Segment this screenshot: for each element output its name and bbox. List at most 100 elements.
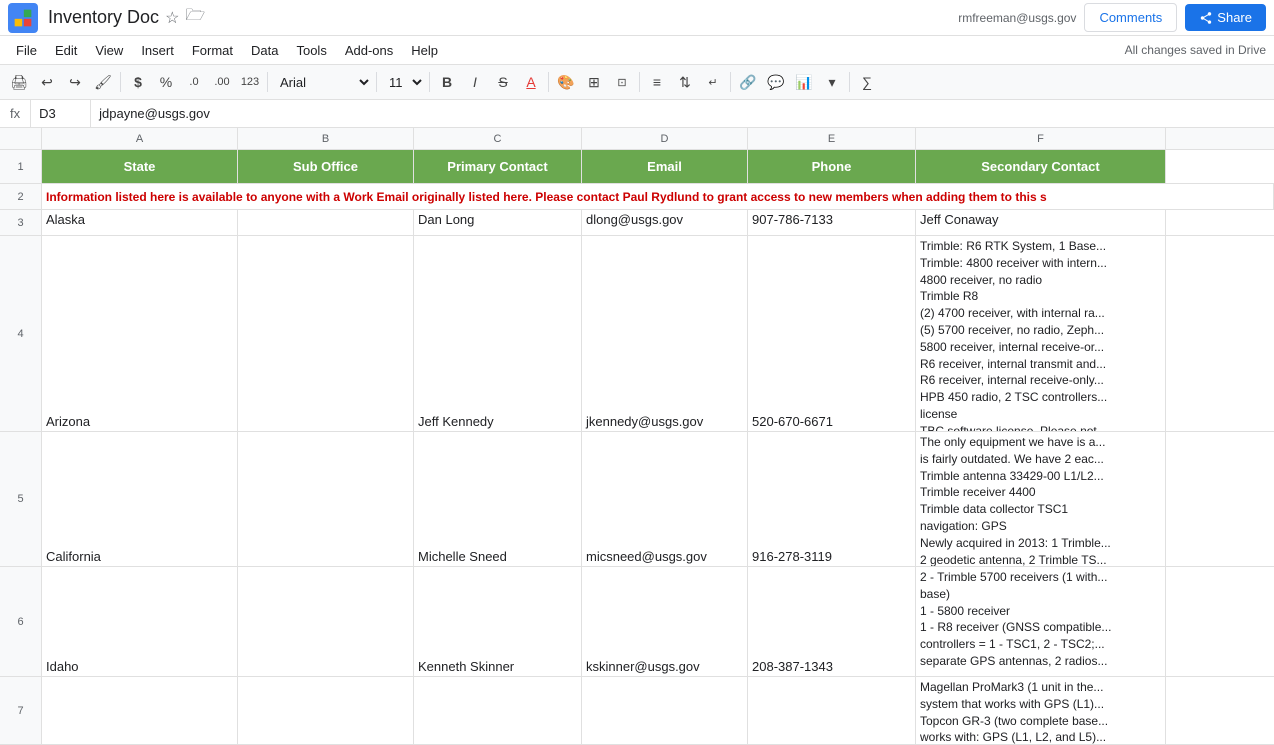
title-bar: Inventory Doc ☆ 🗁 rmfreeman@usgs.gov Com…	[0, 0, 1274, 36]
font-family-select[interactable]: Arial	[272, 72, 372, 93]
percent-button[interactable]: %	[153, 69, 179, 95]
cell-state[interactable]: Idaho	[42, 567, 238, 676]
cell-sub-office[interactable]	[238, 677, 414, 744]
separator-3	[376, 72, 377, 92]
cell-sub-office[interactable]	[238, 236, 414, 431]
title-right: rmfreeman@usgs.gov Comments Share	[958, 3, 1266, 32]
cell-primary-contact[interactable]	[414, 677, 582, 744]
table-row: 7 Magellan ProMark3 (1 unit in the... sy…	[0, 677, 1274, 745]
corner-cell	[0, 128, 42, 149]
row-number: 3	[0, 210, 42, 235]
cell-equipment-details[interactable]: Trimble: R6 RTK System, 1 Base... Trimbl…	[916, 236, 1166, 431]
menu-format[interactable]: Format	[184, 41, 241, 60]
menu-insert[interactable]: Insert	[133, 41, 182, 60]
share-button[interactable]: Share	[1185, 4, 1266, 31]
col-header-d[interactable]: D	[582, 128, 748, 149]
strikethrough-button[interactable]: S	[490, 69, 516, 95]
font-size-select[interactable]: 11	[381, 72, 425, 93]
currency-button[interactable]: $	[125, 69, 151, 95]
bold-button[interactable]: B	[434, 69, 460, 95]
row-number: 6	[0, 567, 42, 676]
cell-equipment-details[interactable]: Magellan ProMark3 (1 unit in the... syst…	[916, 677, 1166, 744]
toolbar: 🖨 ↩ ↪ 🖌 $ % .0 .00 123 Arial 11 B I S A …	[0, 64, 1274, 100]
cell-email[interactable]: kskinner@usgs.gov	[582, 567, 748, 676]
decimal-increase-button[interactable]: .00	[209, 69, 235, 95]
menu-data[interactable]: Data	[243, 41, 286, 60]
cell-secondary-contact[interactable]: Jeff Conaway	[916, 210, 1166, 235]
chart-button[interactable]: 📊	[791, 69, 817, 95]
menu-view[interactable]: View	[87, 41, 131, 60]
header-state[interactable]: State	[42, 150, 238, 183]
header-primary-contact[interactable]: Primary Contact	[414, 150, 582, 183]
filter-button[interactable]: ▾	[819, 69, 845, 95]
fill-color-button[interactable]: 🎨	[553, 69, 579, 95]
menu-tools[interactable]: Tools	[288, 41, 334, 60]
valign-button[interactable]: ⇅	[672, 69, 698, 95]
cell-equipment-details[interactable]: The only equipment we have is a... is fa…	[916, 432, 1166, 566]
header-phone[interactable]: Phone	[748, 150, 916, 183]
menu-addons[interactable]: Add-ons	[337, 41, 401, 60]
italic-button[interactable]: I	[462, 69, 488, 95]
print-button[interactable]: 🖨	[6, 69, 32, 95]
col-header-e[interactable]: E	[748, 128, 916, 149]
separator-7	[730, 72, 731, 92]
doc-title[interactable]: Inventory Doc	[48, 7, 159, 28]
cell-state[interactable]: California	[42, 432, 238, 566]
col-header-b[interactable]: B	[238, 128, 414, 149]
menu-edit[interactable]: Edit	[47, 41, 85, 60]
cell-sub-office[interactable]	[238, 210, 414, 235]
info-notice[interactable]: Information listed here is available to …	[42, 184, 1274, 209]
cell-equipment-details[interactable]: 2 - Trimble 5700 receivers (1 with... ba…	[916, 567, 1166, 676]
cell-email[interactable]: dlong@usgs.gov	[582, 210, 748, 235]
borders-button[interactable]: ⊞	[581, 69, 607, 95]
menu-help[interactable]: Help	[403, 41, 446, 60]
decimal-decrease-button[interactable]: .0	[181, 69, 207, 95]
cell-phone[interactable]	[748, 677, 916, 744]
cell-email[interactable]: jkennedy@usgs.gov	[582, 236, 748, 431]
undo-button[interactable]: ↩	[34, 69, 60, 95]
format-number-button[interactable]: 123	[237, 69, 263, 95]
cell-primary-contact[interactable]: Jeff Kennedy	[414, 236, 582, 431]
cell-primary-contact[interactable]: Michelle Sneed	[414, 432, 582, 566]
cell-phone[interactable]: 907-786-7133	[748, 210, 916, 235]
separator-5	[548, 72, 549, 92]
folder-icon[interactable]: 🗁	[185, 4, 205, 31]
comments-button[interactable]: Comments	[1084, 3, 1177, 32]
cell-email[interactable]	[582, 677, 748, 744]
cell-state[interactable]: Alaska	[42, 210, 238, 235]
align-button[interactable]: ≡	[644, 69, 670, 95]
wrap-button[interactable]: ↵	[700, 69, 726, 95]
share-label: Share	[1217, 10, 1252, 25]
col-header-f[interactable]: F	[916, 128, 1166, 149]
header-secondary-contact[interactable]: Secondary Contact	[916, 150, 1166, 183]
cell-phone[interactable]: 916-278-3119	[748, 432, 916, 566]
merge-button[interactable]: ⊡	[609, 69, 635, 95]
cell-state[interactable]	[42, 677, 238, 744]
row-number: 7	[0, 677, 42, 744]
function-button[interactable]: ∑	[854, 69, 880, 95]
redo-button[interactable]: ↪	[62, 69, 88, 95]
paint-format-button[interactable]: 🖌	[90, 69, 116, 95]
cell-phone[interactable]: 208-387-1343	[748, 567, 916, 676]
cell-state[interactable]: Arizona	[42, 236, 238, 431]
cell-primary-contact[interactable]: Kenneth Skinner	[414, 567, 582, 676]
star-icon[interactable]: ☆	[165, 8, 179, 28]
header-sub-office[interactable]: Sub Office	[238, 150, 414, 183]
col-header-a[interactable]: A	[42, 128, 238, 149]
cell-email[interactable]: micsneed@usgs.gov	[582, 432, 748, 566]
text-color-button[interactable]: A	[518, 69, 544, 95]
save-status: All changes saved in Drive	[1125, 43, 1266, 57]
cell-sub-office[interactable]	[238, 567, 414, 676]
col-header-c[interactable]: C	[414, 128, 582, 149]
link-button[interactable]: 🔗	[735, 69, 761, 95]
row-number: 5	[0, 432, 42, 566]
cell-phone[interactable]: 520-670-6671	[748, 236, 916, 431]
comment-button[interactable]: 💬	[763, 69, 789, 95]
header-email[interactable]: Email	[582, 150, 748, 183]
formula-content[interactable]: jdpayne@usgs.gov	[91, 106, 1274, 121]
menu-file[interactable]: File	[8, 41, 45, 60]
user-email: rmfreeman@usgs.gov	[958, 11, 1076, 25]
cell-primary-contact[interactable]: Dan Long	[414, 210, 582, 235]
table-row: 1 State Sub Office Primary Contact Email…	[0, 150, 1274, 184]
cell-sub-office[interactable]	[238, 432, 414, 566]
